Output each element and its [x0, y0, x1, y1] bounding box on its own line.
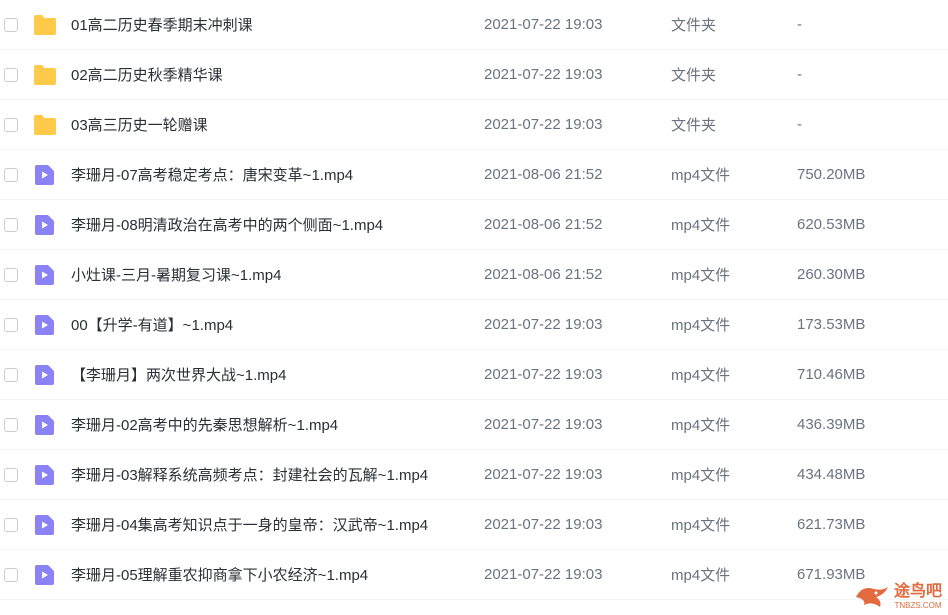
watermark: 途鸟吧 TNBZS.COM	[852, 581, 942, 611]
file-size: 434.48MB	[797, 466, 866, 483]
video-file-icon	[35, 164, 54, 185]
row-checkbox[interactable]	[4, 417, 18, 432]
file-name[interactable]: 李珊月-07高考稳定考点：唐宋变革~1.mp4	[71, 164, 353, 185]
video-file-icon	[35, 264, 54, 285]
table-row[interactable]: 小灶课-三月-暑期复习课~1.mp4 2021-08-06 21:52 mp4文…	[0, 250, 948, 300]
file-size: 750.20MB	[797, 166, 866, 183]
table-row[interactable]: 01高二历史春季期末冲刺课 2021-07-22 19:03 文件夹 -	[0, 0, 948, 50]
video-file-icon	[35, 314, 54, 335]
file-type: mp4文件	[671, 317, 731, 334]
file-size: -	[797, 116, 802, 133]
table-row[interactable]: 02高二历史秋季精华课 2021-07-22 19:03 文件夹 -	[0, 50, 948, 100]
modified-date: 2021-07-22 19:03	[484, 66, 603, 83]
file-size: 710.46MB	[797, 366, 866, 383]
modified-date: 2021-07-22 19:03	[484, 366, 603, 383]
video-file-icon	[35, 564, 54, 585]
file-name[interactable]: 小灶课-三月-暑期复习课~1.mp4	[71, 264, 281, 285]
folder-icon	[34, 64, 56, 85]
video-file-icon	[35, 514, 54, 535]
file-size: 173.53MB	[797, 316, 866, 333]
table-row[interactable]: 李珊月-03解释系统高频考点：封建社会的瓦解~1.mp4 2021-07-22 …	[0, 450, 948, 500]
video-file-icon	[35, 214, 54, 235]
modified-date: 2021-07-22 19:03	[484, 416, 603, 433]
file-type: mp4文件	[671, 567, 731, 584]
folder-icon	[34, 14, 56, 35]
file-name[interactable]: 李珊月-03解释系统高频考点：封建社会的瓦解~1.mp4	[71, 464, 428, 485]
modified-date: 2021-07-22 19:03	[484, 116, 603, 133]
video-file-icon	[35, 464, 54, 485]
table-row[interactable]: 李珊月-07高考稳定考点：唐宋变革~1.mp4 2021-08-06 21:52…	[0, 150, 948, 200]
row-checkbox[interactable]	[4, 17, 18, 32]
file-type: mp4文件	[671, 267, 731, 284]
file-type: mp4文件	[671, 517, 731, 534]
file-size: -	[797, 66, 802, 83]
row-checkbox[interactable]	[4, 167, 18, 182]
modified-date: 2021-08-06 21:52	[484, 216, 603, 233]
file-size: 436.39MB	[797, 416, 866, 433]
file-name[interactable]: 【李珊月】两次世界大战~1.mp4	[71, 364, 286, 385]
file-name[interactable]: 01高二历史春季期末冲刺课	[71, 14, 253, 35]
modified-date: 2021-07-22 19:03	[484, 566, 603, 583]
file-type: mp4文件	[671, 167, 731, 184]
file-list: 01高二历史春季期末冲刺课 2021-07-22 19:03 文件夹 - 02高…	[0, 0, 948, 615]
row-checkbox[interactable]	[4, 567, 18, 582]
file-name[interactable]: 00【升学-有道】~1.mp4	[71, 314, 233, 335]
file-size: 260.30MB	[797, 266, 866, 283]
bird-logo-icon	[855, 587, 888, 607]
file-type: 文件夹	[671, 117, 717, 134]
modified-date: 2021-07-22 19:03	[484, 516, 603, 533]
file-type: mp4文件	[671, 467, 731, 484]
row-checkbox[interactable]	[4, 367, 18, 382]
file-type: mp4文件	[671, 417, 731, 434]
file-name[interactable]: 李珊月-05理解重农抑商拿下小农经济~1.mp4	[71, 564, 368, 585]
file-size: 621.73MB	[797, 516, 866, 533]
table-row[interactable]: 李珊月-04集高考知识点于一身的皇帝：汉武帝~1.mp4 2021-07-22 …	[0, 500, 948, 550]
file-size: 620.53MB	[797, 216, 866, 233]
video-file-icon	[35, 414, 54, 435]
table-row[interactable]: 00【升学-有道】~1.mp4 2021-07-22 19:03 mp4文件 1…	[0, 300, 948, 350]
table-row[interactable]: 【李珊月】两次世界大战~1.mp4 2021-07-22 19:03 mp4文件…	[0, 350, 948, 400]
row-checkbox[interactable]	[4, 317, 18, 332]
modified-date: 2021-07-22 19:03	[484, 316, 603, 333]
modified-date: 2021-08-06 21:52	[484, 266, 603, 283]
file-name[interactable]: 李珊月-04集高考知识点于一身的皇帝：汉武帝~1.mp4	[71, 514, 428, 535]
modified-date: 2021-08-06 21:52	[484, 166, 603, 183]
file-name[interactable]: 李珊月-02高考中的先秦思想解析~1.mp4	[71, 414, 338, 435]
file-name[interactable]: 02高二历史秋季精华课	[71, 64, 223, 85]
file-size: -	[797, 16, 802, 33]
row-checkbox[interactable]	[4, 117, 18, 132]
row-checkbox[interactable]	[4, 517, 18, 532]
file-type: mp4文件	[671, 367, 731, 384]
table-row[interactable]: 李珊月-02高考中的先秦思想解析~1.mp4 2021-07-22 19:03 …	[0, 400, 948, 450]
file-name[interactable]: 03高三历史一轮赠课	[71, 114, 208, 135]
file-type: 文件夹	[671, 17, 717, 34]
table-row[interactable]: 李珊月-08明清政治在高考中的两个侧面~1.mp4 2021-08-06 21:…	[0, 200, 948, 250]
video-file-icon	[35, 364, 54, 385]
file-type: mp4文件	[671, 217, 731, 234]
folder-icon	[34, 114, 56, 135]
row-checkbox[interactable]	[4, 217, 18, 232]
table-row[interactable]: 李珊月-05理解重农抑商拿下小农经济~1.mp4 2021-07-22 19:0…	[0, 550, 948, 600]
row-checkbox[interactable]	[4, 267, 18, 282]
file-type: 文件夹	[671, 67, 717, 84]
table-row[interactable]: 03高三历史一轮赠课 2021-07-22 19:03 文件夹 -	[0, 100, 948, 150]
row-checkbox[interactable]	[4, 67, 18, 82]
row-checkbox[interactable]	[4, 467, 18, 482]
modified-date: 2021-07-22 19:03	[484, 466, 603, 483]
watermark-title: 途鸟吧	[893, 582, 942, 600]
modified-date: 2021-07-22 19:03	[484, 16, 603, 33]
file-name[interactable]: 李珊月-08明清政治在高考中的两个侧面~1.mp4	[71, 214, 383, 235]
watermark-url: TNBZS.COM	[894, 600, 942, 610]
